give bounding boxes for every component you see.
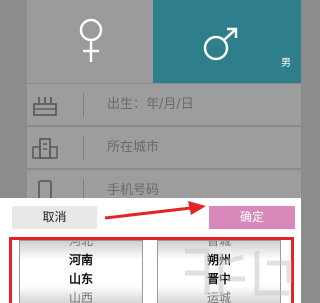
male-label: 男 [281, 58, 291, 69]
male-option[interactable]: 男 [153, 0, 301, 83]
birthday-field[interactable]: 出生：年/月/日 [27, 84, 301, 126]
male-icon [203, 27, 238, 61]
province-option[interactable]: 河南 [20, 252, 142, 268]
building-icon [32, 138, 58, 159]
watermark-logo-icon [185, 248, 292, 297]
city-placeholder: 所在城市 [107, 140, 160, 155]
confirm-button[interactable]: 确定 [209, 206, 295, 229]
city-field[interactable]: 所在城市 [27, 127, 301, 169]
female-option[interactable] [27, 0, 153, 83]
gender-selector: 男 [27, 0, 301, 83]
province-option[interactable]: 山西 [20, 290, 142, 303]
cancel-button[interactable]: 取消 [12, 206, 97, 229]
female-icon [79, 18, 103, 62]
province-wheel[interactable]: 河北 河南 山东 山西 [19, 240, 143, 303]
province-option-selected[interactable]: 山东 [20, 271, 142, 287]
field-divider [83, 136, 84, 160]
province-option[interactable]: 河北 [20, 241, 142, 249]
birthday-placeholder: 出生：年/月/日 [107, 97, 194, 112]
cake-icon [33, 97, 57, 116]
field-divider [83, 93, 84, 117]
annotation-arrow-icon [104, 201, 206, 220]
